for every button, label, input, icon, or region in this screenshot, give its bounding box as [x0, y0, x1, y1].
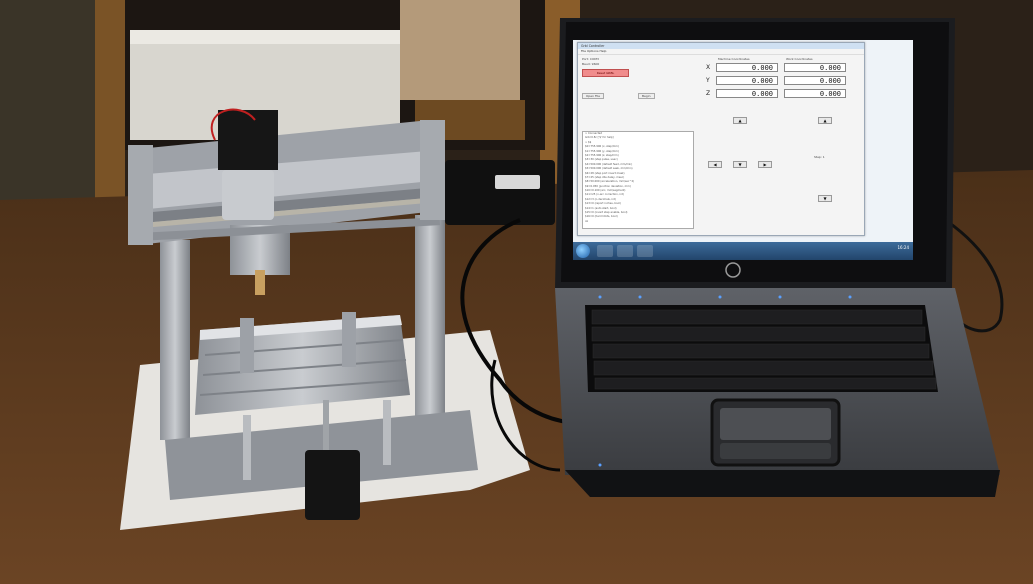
dro-machine-z: 0.000	[716, 89, 778, 98]
axis-letter: Y	[706, 77, 710, 84]
taskbar-explorer-icon[interactable]	[597, 245, 613, 257]
work-coords-label: Work Coordinates	[786, 57, 813, 61]
menu-bar[interactable]: File Options Help	[578, 49, 864, 55]
paper-bag	[400, 0, 520, 100]
dro-machine-x: 0.000	[716, 63, 778, 72]
shelf-post-left	[95, 0, 125, 230]
jog-left-button[interactable]: ◀	[708, 161, 722, 168]
jog-z-up-button[interactable]: ▲	[818, 117, 832, 124]
machine-coords-label: Machine Coordinates	[718, 57, 750, 61]
axis-row-y: Y 0.000 0.000	[706, 76, 856, 86]
taskbar-app-icon[interactable]	[637, 245, 653, 257]
dro-work-z: 0.000	[784, 89, 846, 98]
dro-machine-y: 0.000	[716, 76, 778, 85]
spindle-motor	[218, 110, 278, 170]
port-label: Port: COM3	[582, 57, 599, 61]
wall-left	[0, 0, 110, 230]
taskbar-clock: 16:24	[897, 245, 909, 250]
jog-up-button[interactable]: ▲	[733, 117, 747, 124]
log-line: ok	[585, 219, 589, 223]
axis-letter: X	[706, 64, 711, 71]
taskbar-media-icon[interactable]	[617, 245, 633, 257]
dro-work-y: 0.000	[784, 76, 846, 85]
begin-button[interactable]: Begin	[638, 93, 655, 99]
dro-work-x: 0.000	[784, 63, 846, 72]
reset-grbl-button[interactable]: Reset GRBL	[582, 69, 629, 77]
jog-z-down-button[interactable]: ▼	[818, 195, 832, 202]
jog-right-button[interactable]: ▶	[758, 161, 772, 168]
power-adapter	[445, 160, 555, 225]
console-log[interactable]: > Connected Grbl 0.8c ['$' for help] > $$ $…	[582, 131, 694, 229]
laptop-screen: Grbl Controller File Options Help Port: …	[573, 40, 913, 260]
start-orb-icon[interactable]	[576, 244, 590, 258]
y-stepper-motor	[305, 450, 360, 520]
axis-letter: Z	[706, 90, 711, 97]
axis-row-x: X 0.000 0.000	[706, 63, 856, 73]
step-label: Step: 1	[814, 155, 825, 159]
windows-taskbar: 16:24	[573, 242, 913, 260]
axis-row-z: Z 0.000 0.000	[706, 89, 856, 99]
baud-label: Baud: 9600	[582, 62, 600, 66]
jog-down-button[interactable]: ▼	[733, 161, 747, 168]
grbl-controller-window: Grbl Controller File Options Help Port: …	[577, 42, 865, 236]
open-file-button[interactable]: Open File	[582, 93, 604, 99]
drill-bit	[255, 270, 265, 295]
